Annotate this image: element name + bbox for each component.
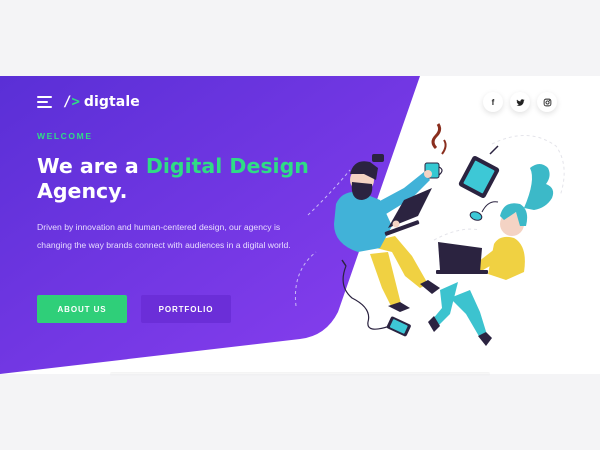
brand-logo[interactable]: /> digtale [63,92,140,112]
man-figure [334,154,440,312]
portfolio-button[interactable]: PORTFOLIO [141,295,231,323]
section-shadow [110,372,490,376]
tablet-graphic [458,145,500,198]
logo-mark-icon: /> [63,94,80,110]
woman-figure [428,164,554,346]
brand-name: digtale [83,94,140,110]
phone-graphic [386,316,411,337]
instagram-icon[interactable] [537,92,557,112]
hero-headline: We are a Digital Design Agency. [37,154,309,203]
about-us-button[interactable]: ABOUT US [37,295,127,323]
twitter-icon[interactable] [510,92,530,112]
coffee-mug-graphic [424,123,447,179]
hero-description: Driven by innovation and human-centered … [37,222,291,250]
hamburger-menu-icon[interactable] [37,96,52,108]
page: /> digtale f WELCOME We are a Digital De… [0,0,600,450]
welcome-eyebrow: WELCOME [37,131,93,141]
hero-section: /> digtale f WELCOME We are a Digital De… [0,76,600,374]
mouse-graphic [469,201,499,221]
facebook-icon[interactable]: f [483,92,503,112]
